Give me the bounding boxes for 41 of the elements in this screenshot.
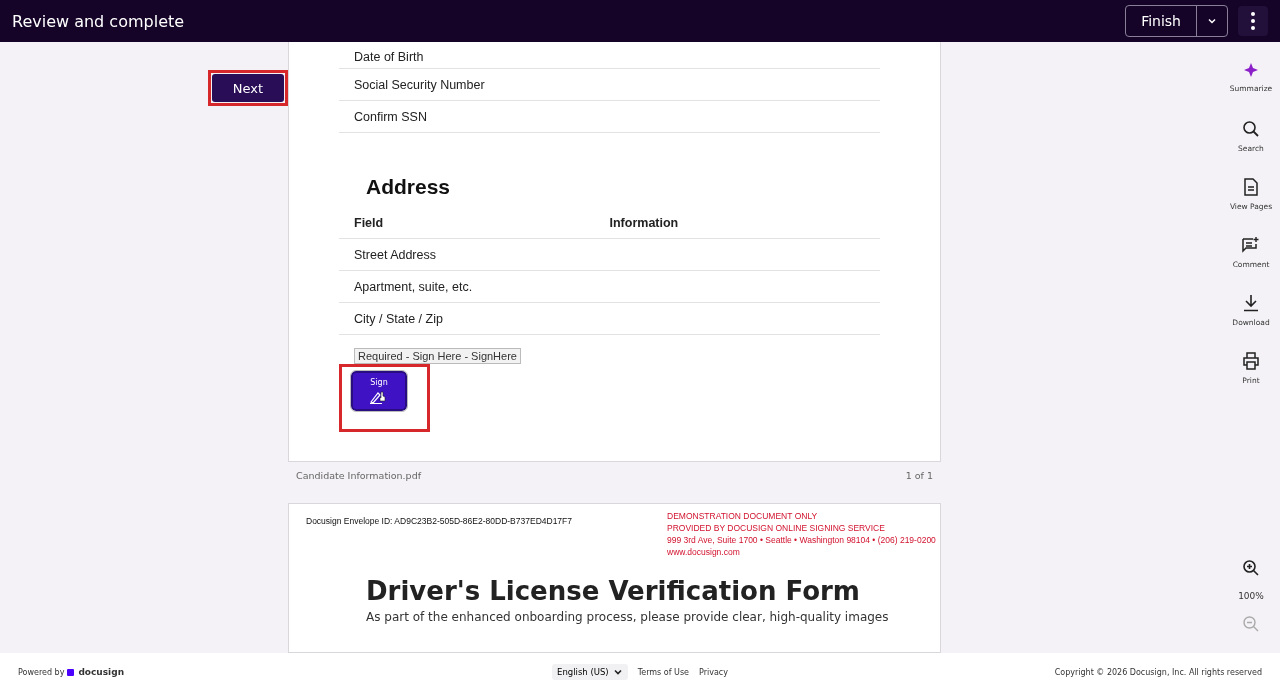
table-cell: Street Address: [354, 247, 436, 262]
zoom-level: 100%: [1237, 591, 1265, 601]
table-cell: Social Security Number: [354, 77, 485, 92]
logo-icon: [67, 668, 76, 676]
footer-link[interactable]: Terms of Use: [637, 667, 689, 677]
document-title: Driver's License Verification Form: [366, 576, 861, 606]
more-icon: [1251, 12, 1255, 30]
search-icon: [1242, 120, 1260, 138]
next-button[interactable]: Next: [212, 74, 284, 102]
column-header: Field: [354, 215, 385, 230]
file-name: Candidate Information.pdf: [296, 470, 421, 483]
table-cell: Date of Birth: [354, 50, 424, 64]
zoom-in-icon: [1242, 559, 1260, 577]
demo-notice-line: www.docusign.com: [667, 546, 741, 558]
sign-tooltip: Required - Sign Here - SignHere: [354, 348, 521, 364]
table-cell: Apartment, suite, etc.: [354, 279, 473, 294]
powered-by-label: Powered by: [18, 667, 65, 677]
more-menu-button[interactable]: [1238, 6, 1268, 36]
printer-icon: [1242, 352, 1260, 370]
envelope-id: Docusign Envelope ID: AD9C23B2-505D-86E2-80DD-B737ED4D17F7: [306, 515, 572, 528]
demo-notice-line: DEMONSTRATION DOCUMENT ONLY: [667, 510, 819, 522]
demo-notice-line: PROVIDED BY DOCUSIGN ONLINE SIGNING SERVICE: [667, 522, 886, 534]
language-select[interactable]: English (US): [552, 664, 628, 680]
zoom-out-icon: [1242, 615, 1260, 633]
table-cell: Confirm SSN: [354, 109, 427, 124]
window-title: Review and complete: [12, 11, 185, 31]
section-heading: Address: [366, 175, 451, 199]
demo-notice-line: 999 3rd Ave, Suite 1700 • Seattle • Washington 98104 • (206) 219-0200: [667, 534, 937, 546]
copyright-text: Copyright © 2026 Docusign, Inc. All rights reserved: [1053, 667, 1262, 677]
sparkle-icon: [1243, 62, 1259, 78]
intro-text: As part of the enhanced onboarding process, please provide clear, high-quality images: [366, 610, 890, 624]
footer-link[interactable]: Privacy: [699, 667, 728, 677]
table-cell: City / State / Zip: [354, 311, 443, 326]
brand-name: docusign: [78, 667, 125, 677]
comment-icon: [1242, 236, 1260, 254]
sign-here-button[interactable]: Sign: [351, 371, 407, 411]
download-icon: [1243, 294, 1259, 312]
document-icon: [1243, 178, 1259, 196]
page-count: 1 of 1: [905, 470, 933, 483]
column-header: Information: [609, 215, 680, 230]
chevron-down-icon: [612, 667, 623, 677]
